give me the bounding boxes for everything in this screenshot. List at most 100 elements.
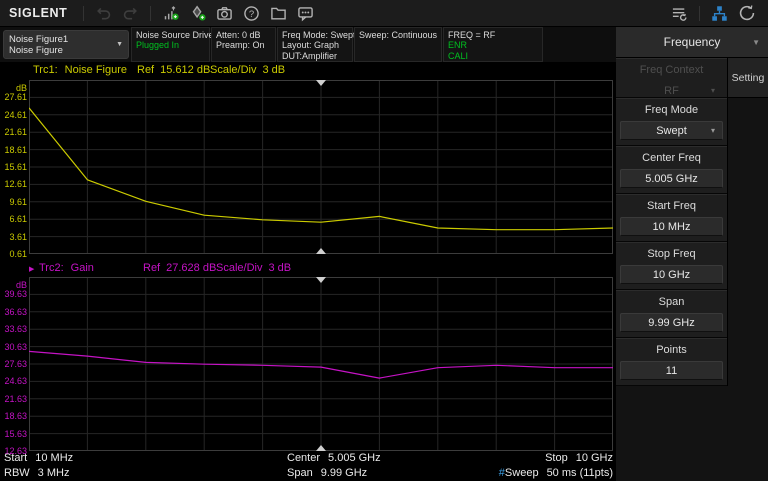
y-axis-tick: 15.61: [4, 162, 27, 172]
footer: Start10 MHz Center5.005 GHz Stop10 GHz R…: [0, 451, 616, 481]
undo-icon[interactable]: [90, 2, 117, 24]
status-cell-noise-source: Noise Source DrivePlugged In: [131, 27, 210, 62]
panel-group-points: Points 11: [616, 338, 727, 386]
panel-group-freq-mode: Freq Mode Swept ▾: [616, 98, 727, 146]
measurement-type: Noise Figure: [9, 45, 114, 56]
redo-icon[interactable]: [117, 2, 144, 24]
trace2-ref-label: Ref: [143, 262, 160, 276]
center-readout: Center5.005 GHz: [287, 452, 381, 464]
span-readout: Span9.99 GHz: [287, 467, 367, 479]
panel-group-span: Span 9.99 GHz: [616, 290, 727, 338]
trace2-scale-value: 3 dB: [268, 262, 291, 276]
stop-readout: Stop10 GHz: [545, 452, 613, 464]
trace2-name: Gain: [71, 262, 94, 276]
center-freq-marker-bottom[interactable]: [316, 248, 326, 254]
panel-title[interactable]: Frequency ▼: [616, 27, 768, 58]
center-freq-value[interactable]: 5.005 GHz: [620, 169, 723, 188]
folder-icon[interactable]: [265, 2, 292, 24]
status-text: Preamp: On: [216, 40, 271, 50]
svg-text:?: ?: [249, 8, 254, 19]
y-axis-tick: 36.63: [4, 307, 27, 317]
noise-figure-plot[interactable]: [29, 80, 613, 254]
start-freq-value[interactable]: 10 MHz: [620, 217, 723, 236]
tab-setting-label: Setting: [732, 72, 765, 84]
status-bar: Noise Figure1 Noise Figure ▼ Noise Sourc…: [0, 27, 616, 62]
help-icon[interactable]: ?: [238, 2, 265, 24]
trace2-header[interactable]: ▶ Trc2: Gain Ref 27.628 dB Scale/Div 3 d…: [0, 262, 616, 276]
status-text: Atten: 0 dB: [216, 30, 271, 40]
trace2-ref-value: 27.628 dB: [166, 262, 216, 276]
points-value[interactable]: 11: [620, 361, 723, 380]
status-text: CALI: [448, 51, 538, 61]
function-panel: Frequency ▼ Freq Context RF ▾ Freq Mode Swep…: [616, 27, 768, 481]
freq-mode-label: Freq Mode: [616, 104, 727, 116]
sweep-hash: #: [499, 467, 505, 479]
history-icon[interactable]: [733, 2, 760, 24]
status-text: FREQ = RF: [448, 30, 538, 40]
freq-context-value-text: RF: [664, 85, 679, 97]
noise-figure-chart[interactable]: dB27.6124.6121.6118.6115.6112.619.616.61…: [0, 80, 616, 254]
status-cell-sweep-mode: Sweep: Continuous: [354, 27, 442, 62]
measurement-selector[interactable]: Noise Figure1 Noise Figure ▼: [3, 30, 129, 59]
sweep-readout: #Sweep50 ms (11pts): [499, 467, 613, 479]
panel-group-stop-freq: Stop Freq10 GHz: [616, 242, 727, 290]
y-axis-tick: 18.63: [4, 411, 27, 421]
y-axis-tick: 12.61: [4, 179, 27, 189]
center-freq-marker-top[interactable]: [316, 80, 326, 86]
trace2-id: Trc2:: [39, 262, 64, 276]
graph-area: Trc1: Noise Figure Ref 15.612 dB Scale/D…: [0, 62, 616, 481]
task-list-icon[interactable]: [666, 2, 693, 24]
freq-mode-value[interactable]: Swept ▾: [620, 121, 723, 140]
stop-freq-value[interactable]: 10 GHz: [620, 265, 723, 284]
gain-plot[interactable]: [29, 277, 613, 451]
status-cell-atten-preamp: Atten: 0 dBPreamp: On: [211, 27, 276, 62]
trace1-scale-label: Scale/Div: [210, 64, 256, 78]
span-value[interactable]: 9.99 GHz: [620, 313, 723, 332]
start-readout: Start10 MHz: [4, 452, 73, 464]
gain-chart[interactable]: dB39.6336.6333.6330.6327.6324.6321.6318.…: [0, 277, 616, 451]
panel-title-text: Frequency: [664, 35, 721, 49]
add-trace-icon[interactable]: [157, 2, 184, 24]
freq-context-label: Freq Context: [616, 64, 727, 76]
panel-group-center-freq: Center Freq5.005 GHz: [616, 146, 727, 194]
center-freq-value-text: 5.005 GHz: [645, 173, 698, 185]
panel-groups: Freq Context RF ▾ Freq Mode Swept ▾ Center Fre…: [616, 58, 728, 386]
freq-mode-value-text: Swept: [656, 125, 687, 137]
siglent-logo: SIGLENT: [9, 6, 67, 20]
status-text: Sweep: Continuous: [359, 30, 437, 40]
y-axis-tick: 21.61: [4, 127, 27, 137]
points-label: Points: [616, 344, 727, 356]
start-freq-label: Start Freq: [616, 200, 727, 212]
message-icon[interactable]: [292, 2, 319, 24]
active-trace-icon: ▶: [29, 265, 34, 273]
status-cell-mode-layout-dut: Freq Mode: SweptLayout: GraphDUT:Amplifi…: [277, 27, 353, 62]
y-axis-tick: 24.63: [4, 376, 27, 386]
chevron-down-icon: ▼: [116, 41, 123, 48]
y-axis-tick: 39.63: [4, 289, 27, 299]
trace1-name: Noise Figure: [65, 64, 127, 78]
y-axis-tick: 33.63: [4, 324, 27, 334]
toolbar-separator: [699, 6, 700, 21]
y-axis-tick: 0.61: [9, 249, 27, 259]
lan-icon[interactable]: [706, 2, 733, 24]
gain-y-axis: dB39.6336.6333.6330.6327.6324.6321.6318.…: [0, 277, 28, 451]
chevron-down-icon: ▾: [711, 86, 715, 95]
toolbar: SIGLENT: [0, 0, 768, 27]
status-text: DUT:Amplifier: [282, 51, 348, 61]
trace1-header[interactable]: Trc1: Noise Figure Ref 15.612 dB Scale/D…: [0, 64, 616, 78]
add-marker-icon[interactable]: [184, 2, 211, 24]
noise-figure-y-axis: dB27.6124.6121.6118.6115.6112.619.616.61…: [0, 80, 28, 254]
trace2-scale-label: Scale/Div: [216, 262, 262, 276]
camera-icon[interactable]: [211, 2, 238, 24]
status-text: Freq Mode: Swept: [282, 30, 348, 40]
panel-group-freq-context: Freq Context RF ▾: [616, 58, 727, 98]
rbw-readout: RBW3 MHz: [4, 467, 69, 479]
trace1-scale-value: 3 dB: [262, 64, 285, 78]
chevron-down-icon: ▾: [711, 126, 715, 135]
tab-setting[interactable]: Setting: [728, 58, 768, 98]
span-label: Span: [616, 296, 727, 308]
y-axis-tick: 3.61: [9, 232, 27, 242]
toolbar-separator: [83, 6, 84, 21]
center-freq-marker-top[interactable]: [316, 277, 326, 283]
status-cell-freq-ref: FREQ = RFENRCALI: [443, 27, 543, 62]
